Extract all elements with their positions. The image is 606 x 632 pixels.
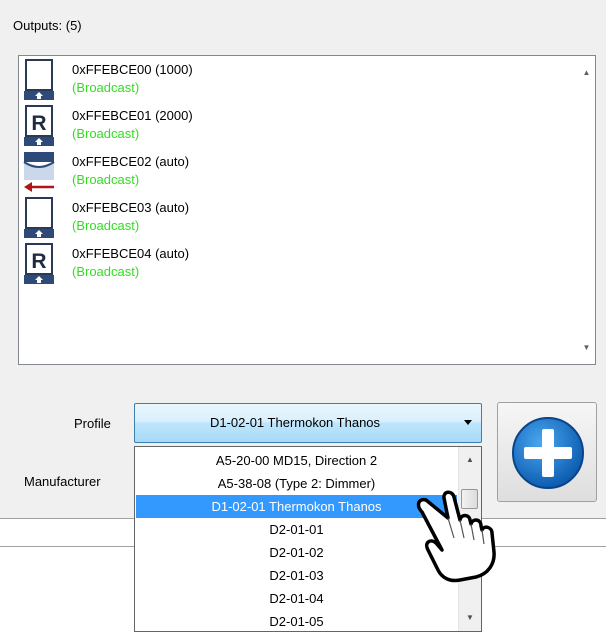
list-item[interactable]: 0xFFEBCE02 (auto) (Broadcast) xyxy=(21,149,561,195)
list-item[interactable]: R 0xFFEBCE01 (2000) (Broadcast) xyxy=(21,103,561,149)
output-broadcast: (Broadcast) xyxy=(72,80,140,95)
r-device-icon: R xyxy=(24,243,54,284)
outputs-panel: Outputs: (5) 0xFFEBCE00 (1000) (Broadcas… xyxy=(0,0,606,518)
output-broadcast: (Broadcast) xyxy=(72,218,140,233)
shutter-arrow-icon xyxy=(23,152,55,192)
outputs-label: Outputs: (5) xyxy=(13,18,82,33)
profile-select[interactable]: D1-02-01 Thermokon Thanos xyxy=(134,403,482,443)
output-broadcast: (Broadcast) xyxy=(72,264,140,279)
scroll-down-icon[interactable]: ▼ xyxy=(578,339,595,356)
list-item[interactable]: 0xFFEBCE00 (1000) (Broadcast) xyxy=(21,57,561,103)
output-name: 0xFFEBCE00 (1000) xyxy=(72,62,193,77)
manufacturer-label: Manufacturer xyxy=(24,474,101,489)
output-name: 0xFFEBCE02 (auto) xyxy=(72,154,190,169)
dropdown-option[interactable]: D2-01-05 xyxy=(136,610,457,631)
dropdown-option[interactable]: D2-01-04 xyxy=(136,587,457,610)
profile-label: Profile xyxy=(74,416,111,431)
list-item[interactable]: R 0xFFEBCE04 (auto) (Broadcast) xyxy=(21,241,561,287)
list-item[interactable]: 0xFFEBCE03 (auto) (Broadcast) xyxy=(21,195,561,241)
hand-pointer-icon xyxy=(416,490,496,583)
chevron-down-icon[interactable] xyxy=(464,420,472,425)
add-button[interactable] xyxy=(497,402,597,502)
output-name: 0xFFEBCE03 (auto) xyxy=(72,200,190,215)
output-name: 0xFFEBCE04 (auto) xyxy=(72,246,190,261)
plus-circle-icon xyxy=(512,417,584,489)
output-name: 0xFFEBCE01 (2000) xyxy=(72,108,193,123)
scroll-down-icon[interactable]: ▼ xyxy=(459,609,481,627)
output-broadcast: (Broadcast) xyxy=(72,126,140,141)
svg-text:R: R xyxy=(31,250,46,273)
blank-device-icon xyxy=(24,197,54,238)
svg-text:R: R xyxy=(31,112,46,135)
scroll-up-icon[interactable]: ▲ xyxy=(459,451,481,469)
dropdown-option[interactable]: A5-20-00 MD15, Direction 2 xyxy=(136,449,457,472)
output-broadcast: (Broadcast) xyxy=(72,172,140,187)
r-device-icon: R xyxy=(24,105,54,146)
outputs-list[interactable]: 0xFFEBCE00 (1000) (Broadcast) R 0xFFEBCE… xyxy=(18,55,596,365)
scroll-up-icon[interactable]: ▲ xyxy=(578,64,595,81)
blank-device-icon xyxy=(24,59,54,100)
outputs-scrollbar[interactable]: ▲ ▼ xyxy=(578,56,595,364)
profile-selected-value: D1-02-01 Thermokon Thanos xyxy=(209,415,381,430)
